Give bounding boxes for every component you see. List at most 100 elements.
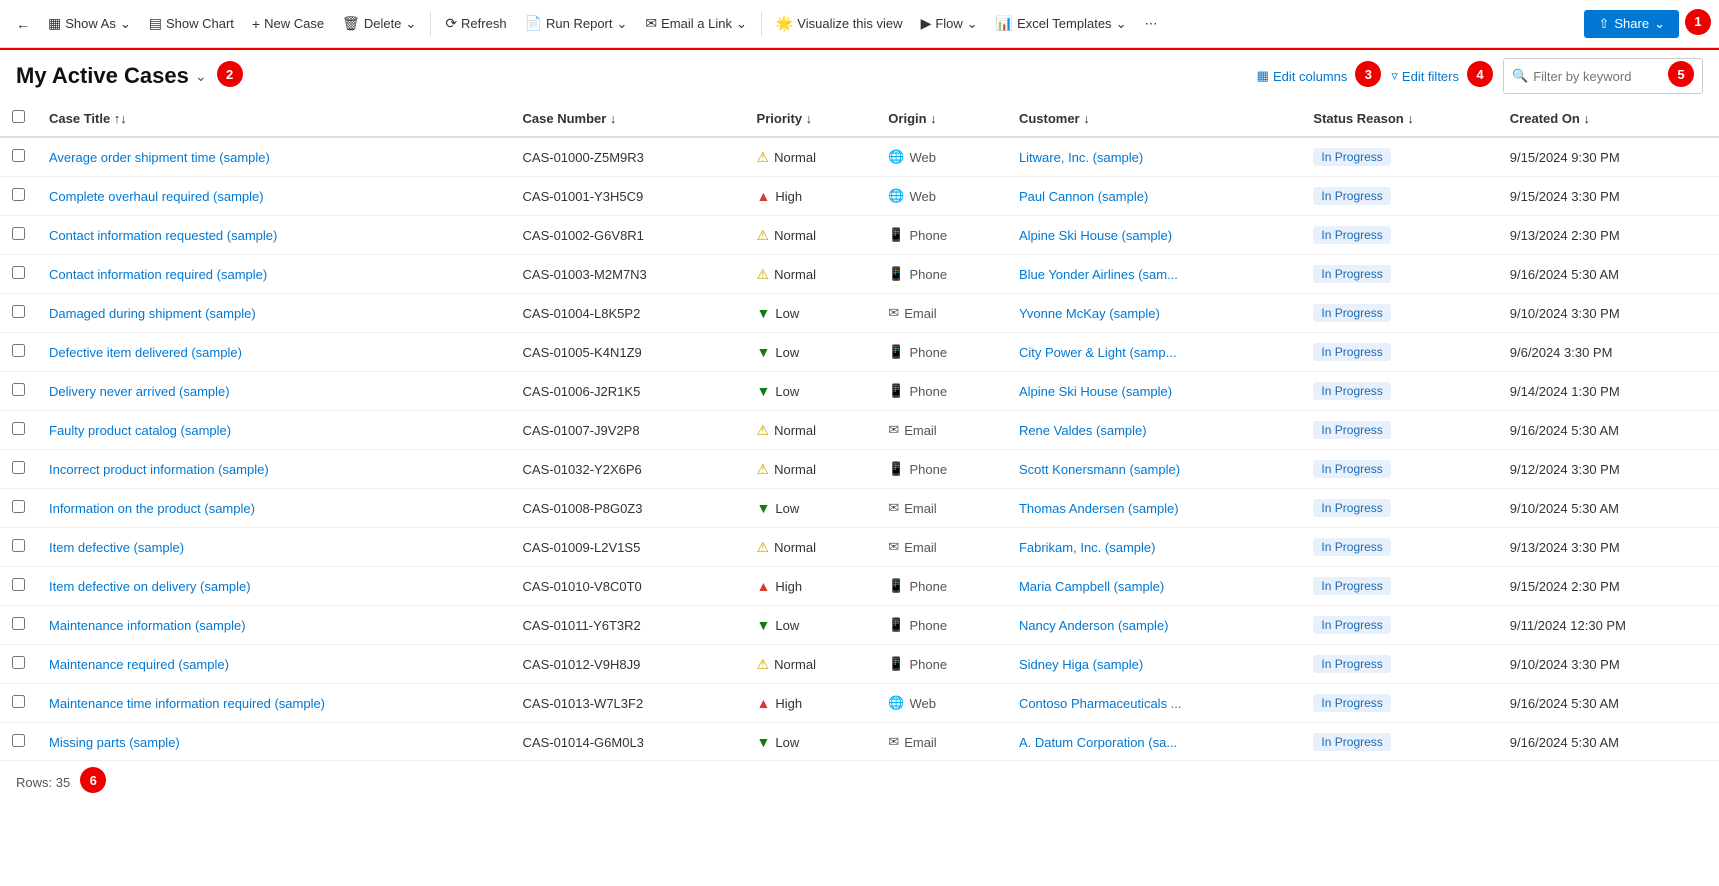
col-created-on[interactable]: Created On ↓ bbox=[1498, 100, 1719, 137]
row-checkbox[interactable] bbox=[12, 656, 25, 669]
customer-link[interactable]: Sidney Higa (sample) bbox=[1019, 657, 1143, 672]
customer-link[interactable]: Nancy Anderson (sample) bbox=[1019, 618, 1169, 633]
col-customer[interactable]: Customer ↓ bbox=[1007, 100, 1301, 137]
case-title-link[interactable]: Item defective on delivery (sample) bbox=[49, 579, 251, 594]
status-badge: In Progress bbox=[1313, 265, 1390, 283]
back-button[interactable]: ← bbox=[8, 11, 38, 37]
row-checkbox[interactable] bbox=[12, 344, 25, 357]
new-case-button[interactable]: + New Case bbox=[244, 11, 332, 37]
edit-filters-button[interactable]: ▿ Edit filters 4 bbox=[1391, 63, 1493, 89]
cell-case-title: Item defective on delivery (sample) bbox=[37, 567, 511, 606]
customer-link[interactable]: Fabrikam, Inc. (sample) bbox=[1019, 540, 1156, 555]
view-title-chevron[interactable]: ⌄ bbox=[195, 68, 207, 85]
case-title-link[interactable]: Missing parts (sample) bbox=[49, 735, 180, 750]
case-title-link[interactable]: Information on the product (sample) bbox=[49, 501, 255, 516]
status-badge: In Progress bbox=[1313, 421, 1390, 439]
customer-link[interactable]: A. Datum Corporation (sa... bbox=[1019, 735, 1177, 750]
email-link-button[interactable]: ✉ Email a Link ⌄ bbox=[637, 10, 754, 37]
show-chart-button[interactable]: ▤ Show Chart bbox=[141, 10, 242, 37]
flow-button[interactable]: ▶ Flow ⌄ bbox=[913, 10, 986, 37]
col-status-reason[interactable]: Status Reason ↓ bbox=[1301, 100, 1497, 137]
run-report-button[interactable]: 📄 Run Report ⌄ bbox=[517, 10, 636, 37]
case-title-link[interactable]: Maintenance time information required (s… bbox=[49, 696, 325, 711]
cell-status-reason: In Progress bbox=[1301, 606, 1497, 645]
customer-link[interactable]: Yvonne McKay (sample) bbox=[1019, 306, 1160, 321]
col-priority[interactable]: Priority ↓ bbox=[745, 100, 877, 137]
row-checkbox-cell bbox=[0, 645, 37, 684]
priority-display: ▼ Low bbox=[757, 500, 800, 516]
row-checkbox[interactable] bbox=[12, 578, 25, 591]
case-title-link[interactable]: Damaged during shipment (sample) bbox=[49, 306, 256, 321]
case-title-link[interactable]: Contact information requested (sample) bbox=[49, 228, 277, 243]
flow-label: Flow bbox=[935, 16, 962, 31]
priority-display: ▼ Low bbox=[757, 383, 800, 399]
cell-case-number: CAS-01008-P8G0Z3 bbox=[511, 489, 745, 528]
filter-input[interactable] bbox=[1533, 69, 1659, 84]
table-row: Damaged during shipment (sample) CAS-010… bbox=[0, 294, 1719, 333]
excel-icon: 📊 bbox=[996, 15, 1013, 32]
row-checkbox[interactable] bbox=[12, 227, 25, 240]
case-title-link[interactable]: Incorrect product information (sample) bbox=[49, 462, 269, 477]
share-button[interactable]: ⇧ Share ⌄ bbox=[1584, 10, 1679, 38]
customer-link[interactable]: City Power & Light (samp... bbox=[1019, 345, 1177, 360]
row-checkbox-cell bbox=[0, 255, 37, 294]
table-row: Missing parts (sample) CAS-01014-G6M0L3 … bbox=[0, 723, 1719, 761]
row-checkbox[interactable] bbox=[12, 734, 25, 747]
excel-button[interactable]: 📊 Excel Templates ⌄ bbox=[988, 10, 1135, 37]
table-row: Contact information requested (sample) C… bbox=[0, 216, 1719, 255]
row-checkbox[interactable] bbox=[12, 383, 25, 396]
col-case-number[interactable]: Case Number ↓ bbox=[511, 100, 745, 137]
priority-display: ▲ High bbox=[757, 578, 803, 594]
delete-icon: 🗑 bbox=[342, 15, 360, 32]
col-origin[interactable]: Origin ↓ bbox=[876, 100, 1007, 137]
more-button[interactable]: ⋯ bbox=[1136, 11, 1165, 37]
case-title-link[interactable]: Contact information required (sample) bbox=[49, 267, 267, 282]
case-title-link[interactable]: Maintenance required (sample) bbox=[49, 657, 229, 672]
delete-button[interactable]: 🗑 Delete ⌄ bbox=[334, 10, 424, 37]
case-title-link[interactable]: Faulty product catalog (sample) bbox=[49, 423, 231, 438]
row-checkbox[interactable] bbox=[12, 617, 25, 630]
refresh-button[interactable]: ⟳ Refresh bbox=[437, 10, 514, 37]
show-as-button[interactable]: ▦ Show As ⌄ bbox=[40, 10, 139, 37]
case-title-link[interactable]: Average order shipment time (sample) bbox=[49, 150, 270, 165]
select-all-header[interactable] bbox=[0, 100, 37, 137]
row-checkbox[interactable] bbox=[12, 539, 25, 552]
visualize-button[interactable]: 🌟 Visualize this view bbox=[768, 10, 911, 37]
row-checkbox[interactable] bbox=[12, 305, 25, 318]
customer-link[interactable]: Alpine Ski House (sample) bbox=[1019, 228, 1172, 243]
customer-link[interactable]: Paul Cannon (sample) bbox=[1019, 189, 1148, 204]
row-checkbox[interactable] bbox=[12, 461, 25, 474]
origin-display: 🌐 Web bbox=[888, 188, 936, 204]
row-checkbox[interactable] bbox=[12, 188, 25, 201]
edit-columns-button[interactable]: ▦ Edit columns 3 bbox=[1257, 63, 1382, 89]
show-chart-label: Show Chart bbox=[166, 16, 234, 31]
case-title-link[interactable]: Delivery never arrived (sample) bbox=[49, 384, 230, 399]
status-badge: In Progress bbox=[1313, 304, 1390, 322]
columns-icon: ▦ bbox=[1257, 68, 1269, 84]
cell-customer: Alpine Ski House (sample) bbox=[1007, 372, 1301, 411]
case-title-link[interactable]: Item defective (sample) bbox=[49, 540, 184, 555]
row-checkbox[interactable] bbox=[12, 266, 25, 279]
customer-link[interactable]: Contoso Pharmaceuticals ... bbox=[1019, 696, 1182, 711]
row-checkbox[interactable] bbox=[12, 422, 25, 435]
col-case-title[interactable]: Case Title ↑↓ bbox=[37, 100, 511, 137]
customer-link[interactable]: Thomas Andersen (sample) bbox=[1019, 501, 1179, 516]
priority-display: ⚠ Normal bbox=[757, 266, 816, 283]
customer-link[interactable]: Rene Valdes (sample) bbox=[1019, 423, 1147, 438]
row-checkbox[interactable] bbox=[12, 149, 25, 162]
annotation-6: 6 bbox=[80, 767, 106, 793]
row-checkbox[interactable] bbox=[12, 500, 25, 513]
customer-link[interactable]: Litware, Inc. (sample) bbox=[1019, 150, 1143, 165]
scroll-wrapper[interactable]: Case Title ↑↓ Case Number ↓ Priority ↓ O… bbox=[0, 100, 1719, 760]
customer-link[interactable]: Maria Campbell (sample) bbox=[1019, 579, 1164, 594]
row-checkbox[interactable] bbox=[12, 695, 25, 708]
status-badge: In Progress bbox=[1313, 694, 1390, 712]
case-title-link[interactable]: Maintenance information (sample) bbox=[49, 618, 246, 633]
customer-link[interactable]: Alpine Ski House (sample) bbox=[1019, 384, 1172, 399]
cell-case-number: CAS-01009-L2V1S5 bbox=[511, 528, 745, 567]
customer-link[interactable]: Scott Konersmann (sample) bbox=[1019, 462, 1180, 477]
case-title-link[interactable]: Complete overhaul required (sample) bbox=[49, 189, 264, 204]
case-title-link[interactable]: Defective item delivered (sample) bbox=[49, 345, 242, 360]
select-all-checkbox[interactable] bbox=[12, 110, 25, 123]
customer-link[interactable]: Blue Yonder Airlines (sam... bbox=[1019, 267, 1178, 282]
